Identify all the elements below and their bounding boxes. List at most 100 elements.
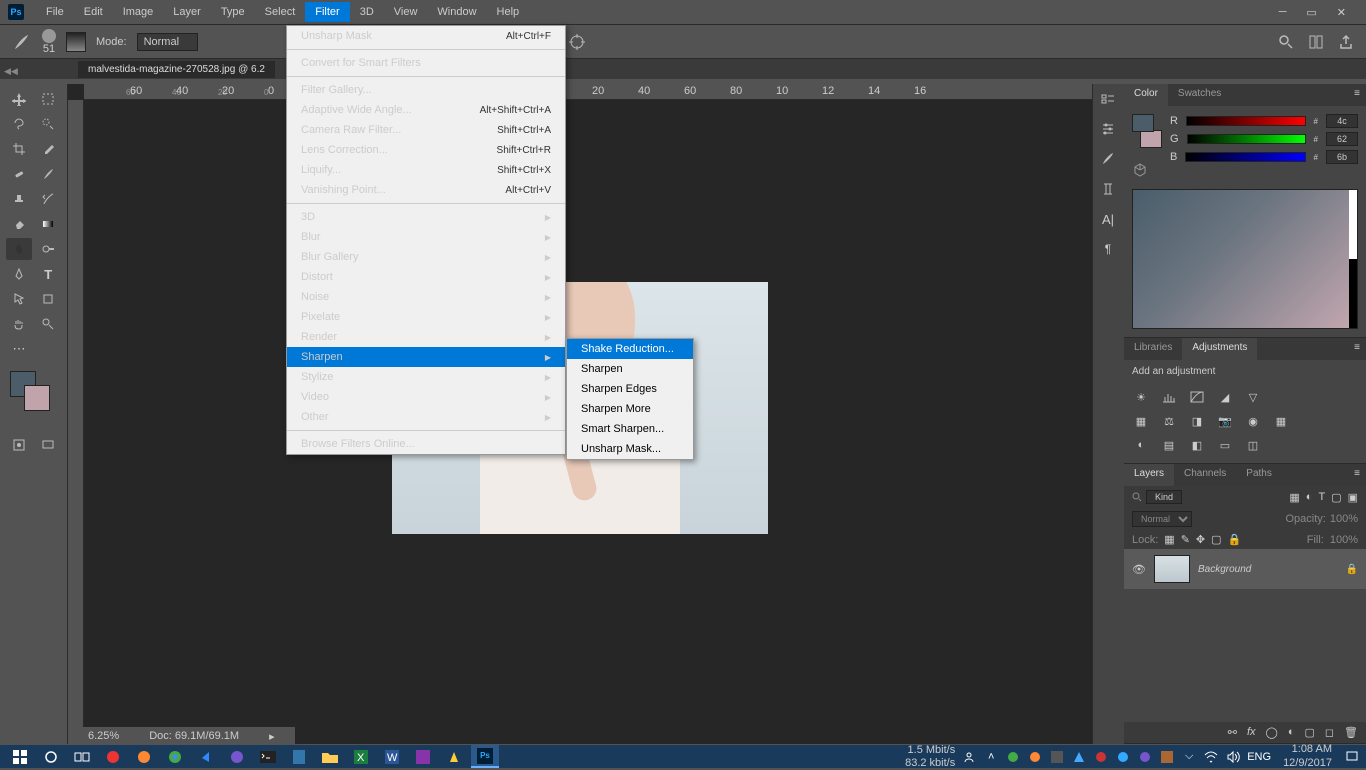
share-icon[interactable] — [1338, 34, 1354, 50]
vscode-icon[interactable] — [192, 745, 220, 768]
lock-all-icon[interactable]: 🔒 — [1228, 533, 1242, 546]
menu-item[interactable]: 3D▶ — [287, 207, 565, 227]
lasso-tool[interactable] — [6, 113, 32, 135]
color-lookup-icon[interactable]: ▦ — [1272, 413, 1290, 429]
menu-item[interactable]: Adaptive Wide Angle...Alt+Shift+Ctrl+A — [287, 100, 565, 120]
character-panel-icon[interactable]: A| — [1097, 210, 1119, 228]
channel-mixer-icon[interactable]: ◉ — [1244, 413, 1262, 429]
clock[interactable]: 1:08 AM12/9/2017 — [1277, 743, 1338, 769]
invert-icon[interactable]: ◐ — [1132, 437, 1150, 453]
doc-size[interactable]: Doc: 69.1M/69.1M — [149, 730, 239, 742]
tray-up-icon[interactable]: ˄ — [983, 749, 999, 765]
hand-tool[interactable] — [6, 313, 32, 335]
layer-thumbnail[interactable] — [1154, 555, 1190, 583]
quick-mask[interactable] — [6, 434, 32, 456]
paragraph-panel-icon[interactable]: ¶ — [1097, 240, 1119, 258]
b-value[interactable]: 6b — [1326, 150, 1358, 164]
submenu-item[interactable]: Sharpen — [567, 359, 693, 379]
lock-position-icon[interactable]: ✥ — [1196, 533, 1205, 546]
taskview-icon[interactable] — [68, 745, 96, 768]
menu-edit[interactable]: Edit — [74, 2, 113, 22]
fx-icon[interactable]: fx — [1247, 726, 1256, 739]
selective-color-icon[interactable]: ◫ — [1244, 437, 1262, 453]
vibrance-icon[interactable]: ▽ — [1244, 389, 1262, 405]
tray-app5[interactable] — [1093, 749, 1109, 765]
minimize-button[interactable]: ─ — [1279, 6, 1287, 19]
properties-panel-icon[interactable] — [1097, 120, 1119, 138]
brush-tool[interactable] — [36, 163, 62, 185]
brush-size-preview[interactable]: 51 — [42, 29, 56, 55]
app-icon[interactable] — [440, 745, 468, 768]
threshold-icon[interactable]: ◧ — [1188, 437, 1206, 453]
r-value[interactable]: 4c — [1326, 114, 1358, 128]
tab-swatches[interactable]: Swatches — [1168, 84, 1231, 106]
search-icon[interactable] — [1278, 34, 1294, 50]
g-value[interactable]: 62 — [1326, 132, 1358, 146]
quick-select-tool[interactable] — [36, 113, 62, 135]
submenu-item[interactable]: Unsharp Mask... — [567, 439, 693, 459]
color-swatches[interactable] — [6, 371, 61, 413]
submenu-item[interactable]: Smart Sharpen... — [567, 419, 693, 439]
type-tool[interactable]: T — [36, 263, 62, 285]
hue-icon[interactable]: ▦ — [1132, 413, 1150, 429]
submenu-item[interactable]: Sharpen Edges — [567, 379, 693, 399]
menu-view[interactable]: View — [384, 2, 428, 22]
language-indicator[interactable]: ENG — [1247, 751, 1271, 763]
calc-icon[interactable] — [285, 745, 313, 768]
tray-app4[interactable] — [1071, 749, 1087, 765]
history-brush-tool[interactable] — [36, 188, 62, 210]
menu-item[interactable]: Render▶ — [287, 327, 565, 347]
collapse-icon[interactable]: ◀◀ — [4, 66, 18, 77]
blend-mode-select[interactable]: Normal — [1132, 511, 1192, 527]
healing-tool[interactable] — [6, 163, 32, 185]
pen-tool[interactable] — [6, 263, 32, 285]
marquee-tool[interactable] — [36, 88, 62, 110]
viber-icon[interactable] — [223, 745, 251, 768]
arrange-icon[interactable] — [1308, 34, 1324, 50]
tray-app1[interactable] — [1005, 749, 1021, 765]
target-icon[interactable] — [568, 33, 586, 51]
levels-icon[interactable] — [1160, 389, 1178, 405]
eraser-tool[interactable] — [6, 213, 32, 235]
fg-swatch[interactable] — [1132, 114, 1154, 132]
r-slider[interactable] — [1186, 116, 1306, 126]
menu-item[interactable]: Filter Gallery... — [287, 80, 565, 100]
menu-select[interactable]: Select — [255, 2, 306, 22]
firefox-icon[interactable] — [130, 745, 158, 768]
mask-icon[interactable]: ◯ — [1266, 726, 1278, 739]
delete-layer-icon[interactable]: 🗑 — [1344, 726, 1358, 739]
menu-3d[interactable]: 3D — [350, 2, 384, 22]
tab-channels[interactable]: Channels — [1174, 464, 1236, 486]
filter-shape-icon[interactable]: ▢ — [1331, 491, 1341, 504]
excel-icon[interactable]: X — [347, 745, 375, 768]
menu-item[interactable]: Video▶ — [287, 387, 565, 407]
menu-item[interactable]: Sharpen▶ — [287, 347, 565, 367]
winrar-icon[interactable] — [409, 745, 437, 768]
color-picker-gradient[interactable] — [1132, 189, 1358, 329]
brush-panel-toggle[interactable] — [66, 32, 86, 52]
panel-menu-icon[interactable]: ≡ — [1348, 338, 1366, 360]
tab-paths[interactable]: Paths — [1236, 464, 1282, 486]
crop-tool[interactable] — [6, 138, 32, 160]
posterize-icon[interactable]: ▤ — [1160, 437, 1178, 453]
menu-item[interactable]: Browse Filters Online... — [287, 434, 565, 454]
panel-menu-icon[interactable]: ≡ — [1348, 84, 1366, 106]
cube-icon[interactable] — [1132, 162, 1148, 178]
menu-item[interactable]: Unsharp MaskAlt+Ctrl+F — [287, 26, 565, 46]
zoom-level[interactable]: 6.25% — [88, 730, 119, 742]
tray-app6[interactable] — [1115, 749, 1131, 765]
layer-name[interactable]: Background — [1198, 564, 1251, 575]
new-layer-icon[interactable]: ◻ — [1325, 726, 1334, 739]
bw-icon[interactable]: ◨ — [1188, 413, 1206, 429]
b-slider[interactable] — [1185, 152, 1305, 162]
menu-item[interactable]: Liquify...Shift+Ctrl+X — [287, 160, 565, 180]
lock-transparency-icon[interactable]: ▦ — [1164, 533, 1174, 546]
menu-item[interactable]: Vanishing Point...Alt+Ctrl+V — [287, 180, 565, 200]
link-layers-icon[interactable]: ⚯ — [1228, 726, 1237, 739]
lock-artboard-icon[interactable]: ▢ — [1211, 533, 1221, 546]
menu-item[interactable]: Noise▶ — [287, 287, 565, 307]
tray-app3[interactable] — [1049, 749, 1065, 765]
shape-tool[interactable] — [36, 288, 62, 310]
filter-smart-icon[interactable]: ▣ — [1348, 491, 1358, 504]
gradient-map-icon[interactable]: ▭ — [1216, 437, 1234, 453]
